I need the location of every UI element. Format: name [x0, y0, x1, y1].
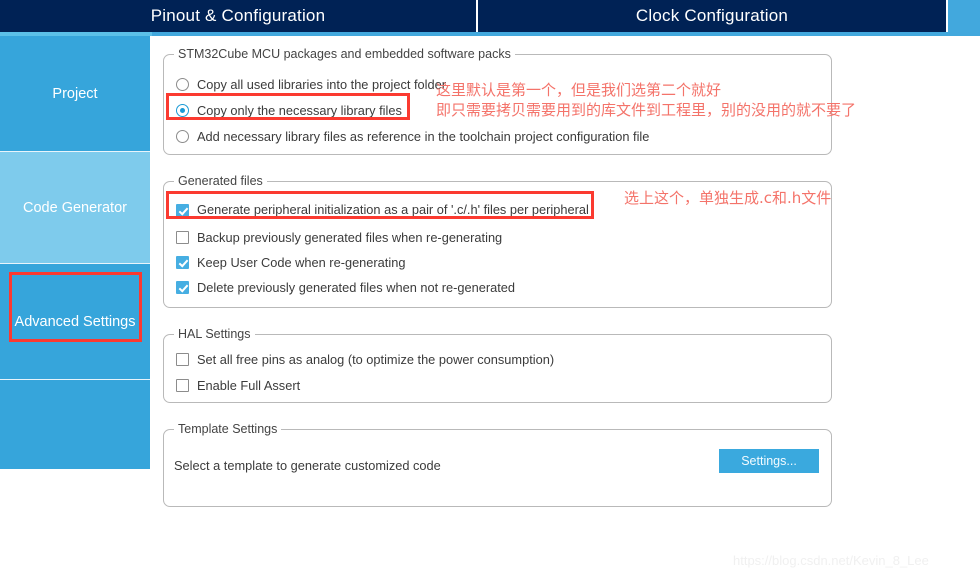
watermark: https://blog.csdn.net/Kevin_8_Lee: [733, 553, 929, 568]
sidebar-item-label: Code Generator: [23, 199, 127, 216]
checkbox-indicator[interactable]: [176, 379, 189, 392]
option-label: Copy all used libraries into the project…: [197, 77, 446, 92]
template-description: Select a template to generate customized…: [174, 458, 441, 473]
template-settings-button[interactable]: Settings...: [719, 449, 819, 473]
checkbox-enable-full-assert[interactable]: Enable Full Assert: [176, 378, 300, 393]
checkbox-indicator[interactable]: [176, 281, 189, 294]
checkbox-generate-peripheral-init-pair[interactable]: Generate peripheral initialization as a …: [176, 202, 589, 219]
option-label: Add necessary library files as reference…: [197, 129, 650, 144]
sidebar-item-blank: [0, 380, 150, 469]
tab-bar: Pinout & Configuration Clock Configurati…: [0, 0, 980, 36]
option-label: Delete previously generated files when n…: [197, 280, 515, 295]
checkbox-indicator[interactable]: [176, 204, 189, 217]
tab-label: Clock Configuration: [635, 6, 789, 25]
checkbox-set-free-pins-analog[interactable]: Set all free pins as analog (to optimize…: [176, 352, 554, 367]
annotation-line: 即只需要拷贝需要用到的库文件到工程里，别的没用的就不要了: [436, 101, 857, 119]
checkbox-indicator[interactable]: [176, 256, 189, 269]
radio-indicator[interactable]: [176, 104, 189, 117]
sidebar-item-label: Project: [52, 85, 98, 102]
annotation-line: 这里默认是第一个，但是我们选第二个就好: [436, 81, 722, 99]
group-template-settings: Template Settings Select a template to g…: [163, 422, 832, 507]
group-hal-settings: HAL Settings Set all free pins as analog…: [163, 327, 832, 403]
annotation-text-generated-files: 选上这个，单独生成.c和.h文件: [624, 188, 831, 208]
option-label: Keep User Code when re-generating: [197, 255, 406, 270]
stm32cubemx-window: Pinout & Configuration Clock Configurati…: [0, 0, 980, 583]
radio-add-as-reference[interactable]: Add necessary library files as reference…: [176, 129, 649, 144]
sidebar-item-label: Advanced Settings: [14, 313, 136, 330]
option-label: Backup previously generated files when r…: [197, 230, 503, 245]
group-title: STM32Cube MCU packages and embedded soft…: [174, 47, 515, 61]
annotation-line: 选上这个，单独生成.c和.h文件: [624, 189, 832, 207]
sidebar: Project Code Generator Advanced Settings: [0, 36, 150, 583]
option-label: Generate peripheral initialization as a …: [197, 202, 589, 219]
sidebar-item-advanced-settings[interactable]: Advanced Settings: [0, 264, 150, 380]
option-label: Copy only the necessary library files: [197, 103, 402, 118]
option-label: Enable Full Assert: [197, 378, 301, 393]
sidebar-item-project[interactable]: Project: [0, 36, 150, 152]
checkbox-indicator[interactable]: [176, 353, 189, 366]
group-title: Generated files: [174, 174, 267, 188]
radio-copy-all-libraries[interactable]: Copy all used libraries into the project…: [176, 77, 446, 92]
checkbox-delete-previously-generated[interactable]: Delete previously generated files when n…: [176, 280, 515, 295]
button-label: Settings...: [741, 454, 797, 468]
tab-label: Pinout & Configuration: [150, 6, 326, 25]
sidebar-item-code-generator[interactable]: Code Generator: [0, 152, 150, 264]
checkbox-keep-user-code[interactable]: Keep User Code when re-generating: [176, 255, 405, 270]
option-label: Set all free pins as analog (to optimize…: [197, 352, 555, 367]
radio-indicator[interactable]: [176, 78, 189, 91]
annotation-text-packages: 这里默认是第一个，但是我们选第二个就好 即只需要拷贝需要用到的库文件到工程里，别…: [436, 80, 856, 120]
group-title: HAL Settings: [174, 327, 255, 341]
checkbox-indicator[interactable]: [176, 231, 189, 244]
checkbox-backup-previously-generated[interactable]: Backup previously generated files when r…: [176, 230, 502, 245]
radio-indicator[interactable]: [176, 130, 189, 143]
tab-clock-configuration[interactable]: Clock Configuration: [478, 0, 948, 32]
tab-pinout-configuration[interactable]: Pinout & Configuration: [0, 0, 478, 32]
group-title: Template Settings: [174, 422, 282, 436]
tab-bar-filler: [948, 0, 980, 36]
radio-copy-only-necessary[interactable]: Copy only the necessary library files: [176, 103, 402, 118]
